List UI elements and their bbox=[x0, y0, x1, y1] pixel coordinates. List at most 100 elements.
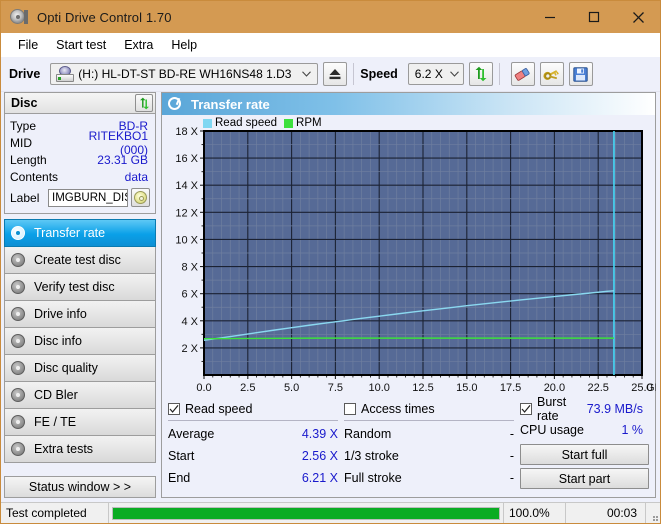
stat-value-full-stroke: - bbox=[509, 471, 514, 485]
sidebar-item-extra-tests[interactable]: Extra tests bbox=[4, 435, 156, 463]
stat-key-end: End bbox=[168, 471, 191, 485]
menu-item-extra[interactable]: Extra bbox=[115, 35, 162, 55]
progress-track bbox=[112, 506, 500, 520]
svg-text:10.0: 10.0 bbox=[368, 382, 389, 394]
disc-icon bbox=[10, 414, 27, 431]
disc-label-input[interactable]: IMGBURN_DIS bbox=[48, 188, 128, 207]
eraser-button[interactable] bbox=[510, 62, 535, 86]
main-panel-title: Transfer rate bbox=[191, 96, 270, 112]
disc-key-type: Type bbox=[10, 118, 37, 133]
legend-swatch-read-speed bbox=[203, 118, 212, 128]
disc-refresh-button[interactable] bbox=[135, 94, 153, 112]
sidebar-item-fe-te[interactable]: FE / TE bbox=[4, 408, 156, 436]
elapsed-time: 00:03 bbox=[566, 503, 646, 523]
sidebar-item-verify-test-disc[interactable]: Verify test disc bbox=[4, 273, 156, 301]
svg-text:6 X: 6 X bbox=[181, 289, 198, 301]
disc-icon bbox=[10, 306, 27, 323]
refresh-button[interactable] bbox=[468, 62, 493, 86]
divider bbox=[168, 420, 338, 421]
start-full-button[interactable]: Start full bbox=[520, 444, 649, 465]
drive-select[interactable]: (H:) HL-DT-ST BD-RE WH16NS48 1.D3 bbox=[50, 63, 319, 85]
transfer-rate-icon bbox=[168, 96, 183, 112]
legend-label-read-speed: Read speed bbox=[215, 117, 278, 129]
stat-key-third-stroke: 1/3 stroke bbox=[344, 449, 399, 463]
disc-icon bbox=[10, 387, 27, 404]
toolbar-divider-2 bbox=[498, 63, 500, 85]
svg-text:18 X: 18 X bbox=[175, 126, 198, 138]
progress-percent: 100.0% bbox=[504, 503, 566, 523]
sidebar-item-label: Disc quality bbox=[34, 361, 98, 375]
menu-item-file[interactable]: File bbox=[9, 35, 47, 55]
sidebar-nav: Transfer rate Create test disc Verify te… bbox=[4, 219, 156, 463]
keys-button[interactable] bbox=[539, 62, 564, 86]
svg-text:2 X: 2 X bbox=[181, 343, 198, 355]
stat-value-average: 4.39 X bbox=[301, 427, 338, 441]
stat-row-cpu-usage: CPU usage 1 % bbox=[520, 419, 649, 441]
status-message: Test completed bbox=[1, 503, 109, 523]
speed-select[interactable]: 6.2 X bbox=[407, 63, 464, 85]
maximize-icon[interactable] bbox=[572, 1, 616, 33]
sidebar-item-create-test-disc[interactable]: Create test disc bbox=[4, 246, 156, 274]
stat-value-third-stroke: - bbox=[509, 449, 514, 463]
sidebar: Disc Type BD-R MID RITEKBO1 (000) Length… bbox=[1, 92, 159, 502]
toolbar-divider-1 bbox=[353, 63, 355, 85]
sidebar-item-cd-bler[interactable]: CD Bler bbox=[4, 381, 156, 409]
drive-toolbar: Drive (H:) HL-DT-ST BD-RE WH16NS48 1.D3 … bbox=[1, 57, 660, 92]
stats-panel: Read speed Average 4.39 X Start 2.56 X E… bbox=[162, 395, 655, 497]
disc-value-contents: data bbox=[124, 169, 148, 184]
stat-value-start: 2.56 X bbox=[301, 449, 338, 463]
drive-label: Drive bbox=[9, 67, 41, 81]
window-title: Opti Drive Control 1.70 bbox=[37, 9, 172, 25]
minimize-icon[interactable] bbox=[528, 1, 572, 33]
menu-item-help[interactable]: Help bbox=[162, 35, 206, 55]
svg-text:12.5: 12.5 bbox=[412, 382, 433, 394]
disc-icon bbox=[10, 8, 28, 26]
sidebar-item-drive-info[interactable]: Drive info bbox=[4, 300, 156, 328]
sidebar-item-transfer-rate[interactable]: Transfer rate bbox=[4, 219, 156, 247]
disc-key-contents: Contents bbox=[10, 169, 59, 184]
disc-icon bbox=[10, 441, 27, 458]
sidebar-item-disc-quality[interactable]: Disc quality bbox=[4, 354, 156, 382]
menu-item-start-test[interactable]: Start test bbox=[47, 35, 115, 55]
disc-key-mid: MID bbox=[10, 135, 32, 150]
stat-value-random: - bbox=[509, 427, 514, 441]
close-icon[interactable] bbox=[616, 1, 660, 33]
resize-grip-icon[interactable] bbox=[646, 503, 660, 523]
disc-row-mid: MID RITEKBO1 (000) bbox=[10, 129, 150, 157]
main-panel-header: Transfer rate bbox=[162, 93, 655, 115]
svg-text:5.0: 5.0 bbox=[284, 382, 299, 394]
svg-text:8 X: 8 X bbox=[181, 262, 198, 274]
svg-text:22.5: 22.5 bbox=[587, 382, 608, 394]
disc-panel-title: Disc bbox=[11, 96, 38, 110]
cd-icon-button[interactable] bbox=[131, 188, 150, 207]
disc-row-contents: Contents data bbox=[10, 168, 150, 185]
stat-row-average: Average 4.39 X bbox=[168, 423, 344, 445]
body: Disc Type BD-R MID RITEKBO1 (000) Length… bbox=[1, 92, 660, 502]
cd-icon bbox=[134, 191, 147, 204]
svg-text:GB: GB bbox=[646, 382, 656, 394]
start-part-button[interactable]: Start part bbox=[520, 468, 649, 489]
svg-text:20.0: 20.0 bbox=[544, 382, 565, 394]
sidebar-item-disc-info[interactable]: Disc info bbox=[4, 327, 156, 355]
title-bar: Opti Drive Control 1.70 bbox=[1, 1, 660, 33]
svg-text:2.5: 2.5 bbox=[240, 382, 255, 394]
disc-icon bbox=[10, 333, 27, 350]
status-window-button[interactable]: Status window > > bbox=[4, 476, 156, 498]
stat-key-start: Start bbox=[168, 449, 195, 463]
stat-row-third-stroke: 1/3 stroke - bbox=[344, 445, 520, 467]
save-button[interactable] bbox=[568, 62, 593, 86]
svg-text:15.0: 15.0 bbox=[456, 382, 477, 394]
progress-fill bbox=[113, 507, 499, 519]
disc-value-length: 23.31 GB bbox=[97, 152, 148, 167]
stats-column-read-speed: Read speed Average 4.39 X Start 2.56 X E… bbox=[168, 399, 344, 493]
svg-text:12 X: 12 X bbox=[175, 207, 198, 219]
svg-text:7.5: 7.5 bbox=[328, 382, 343, 394]
svg-text:4 X: 4 X bbox=[181, 316, 198, 328]
status-bar: Test completed 100.0% 00:03 bbox=[1, 502, 660, 523]
disc-icon bbox=[10, 279, 27, 296]
transfer-rate-chart: Read speed RPM 2 X 4 X 6 X 8 X 10 X 12 X 14 X 1… bbox=[162, 115, 656, 397]
eject-button[interactable] bbox=[323, 62, 348, 86]
stat-key-full-stroke: Full stroke bbox=[344, 471, 402, 485]
stat-key-average: Average bbox=[168, 427, 215, 441]
drive-value: (H:) HL-DT-ST BD-RE WH16NS48 1.D3 bbox=[78, 67, 292, 81]
